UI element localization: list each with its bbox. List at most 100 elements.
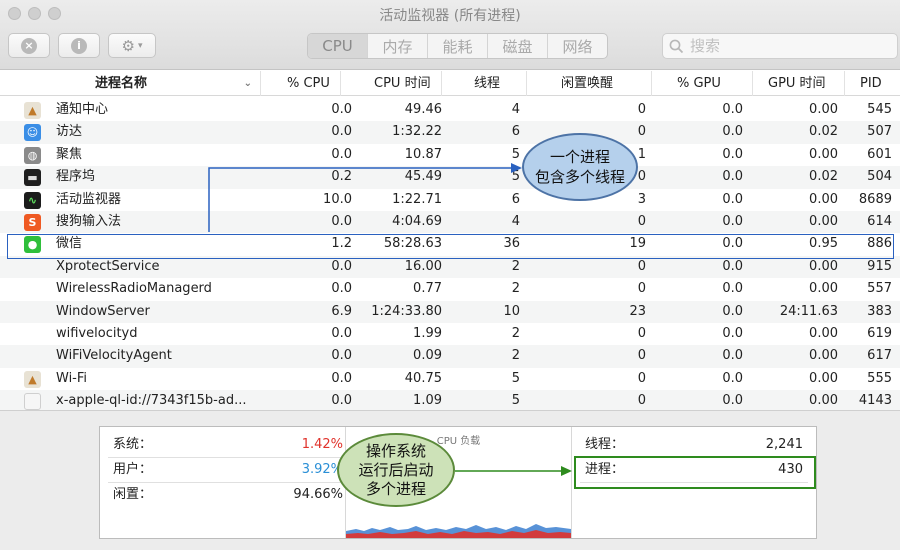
annotation-text-line: 一个进程 xyxy=(549,148,610,166)
cell-cpu: 0.0 xyxy=(331,213,352,229)
table-row[interactable]: ◍ 聚焦 0.0 10.87 5 1 0.0 0.00 601 xyxy=(0,144,900,166)
document-icon xyxy=(24,393,41,411)
cell-process-name: WirelessRadioManagerd xyxy=(56,281,212,297)
table-row[interactable]: WiFiVelocityAgent 0.0 0.09 2 0 0.0 0.00 617 xyxy=(0,345,900,368)
cell-threads: 2 xyxy=(511,281,520,297)
annotation-text-line: 包含多个线程 xyxy=(534,168,625,186)
window-titlebar: 活动监视器 (所有进程) × i ⚙ ▾ CPU 内存 能耗 磁盘 网络 xyxy=(0,0,900,70)
table-row[interactable]: ∿ 活动监视器 10.0 1:22.71 6 3 0.0 0.00 8689 xyxy=(0,189,900,211)
tab-network[interactable]: 网络 xyxy=(548,34,607,58)
process-table-header: 进程名称 ⌄ % CPU CPU 时间 线程 闲置唤醒 % GPU GPU 时间 … xyxy=(0,71,900,96)
table-row[interactable]: ☺ 访达 0.0 1:32.22 6 0 0.0 0.02 507 xyxy=(0,121,900,144)
tab-disk[interactable]: 磁盘 xyxy=(488,34,548,58)
cell-process-name: 活动监视器 xyxy=(56,191,122,207)
cell-threads: 2 xyxy=(511,348,520,364)
cell-pid: 545 xyxy=(867,102,892,117)
table-row[interactable]: wifivelocityd 0.0 1.99 2 0 0.0 0.00 619 xyxy=(0,323,900,345)
search-icon xyxy=(669,39,684,53)
table-row[interactable]: WindowServer 6.9 1:24:33.80 10 23 0.0 24:11.63… xyxy=(0,300,900,323)
table-row[interactable]: ▲ Wi-Fi 0.0 40.75 5 0 0.0 0.00 555 xyxy=(0,368,900,390)
tab-memory[interactable]: 内存 xyxy=(368,34,428,58)
cell-gpu: 0.0 xyxy=(722,348,743,364)
search-field[interactable] xyxy=(662,33,898,59)
cell-idle-wakeups: 0 xyxy=(637,370,646,386)
stop-process-button[interactable]: × xyxy=(8,33,50,58)
cell-gpu-time: 0.00 xyxy=(809,281,838,297)
close-circle-icon: × xyxy=(21,37,37,54)
cell-threads: 5 xyxy=(511,169,520,185)
table-row[interactable]: WirelessRadioManagerd 0.0 0.77 2 0 0.0 0.00 557 xyxy=(0,278,900,300)
cell-idle-wakeups: 23 xyxy=(629,303,646,319)
finder-icon: ☺ xyxy=(24,124,41,142)
cell-process-name: 搜狗输入法 xyxy=(56,213,122,229)
column-header-threads[interactable]: 线程 xyxy=(441,71,526,96)
cell-threads: 10 xyxy=(503,303,520,319)
stat-idle: 闲置： 94.66% xyxy=(113,482,343,507)
cell-gpu: 0.0 xyxy=(722,124,743,140)
cell-pid: 504 xyxy=(867,169,892,185)
cell-process-name: Wi-Fi xyxy=(56,370,88,386)
tab-energy[interactable]: 能耗 xyxy=(428,34,488,58)
table-row[interactable]: XprotectService 0.0 16.00 2 0 0.0 0.00 915 xyxy=(0,255,900,279)
cell-pid: 601 xyxy=(867,146,892,162)
cell-idle-wakeups: 0 xyxy=(637,102,646,117)
annotation-text-line: 操作系统 xyxy=(365,441,426,460)
annotation-text-line: 运行后启动 xyxy=(358,460,434,479)
cell-threads: 6 xyxy=(511,191,520,207)
cell-gpu-time: 0.02 xyxy=(809,169,838,185)
column-header-cpu-time[interactable]: CPU 时间 xyxy=(340,71,441,96)
cell-idle-wakeups: 0 xyxy=(637,348,646,364)
cell-pid: 555 xyxy=(867,370,892,386)
stat-threads-label: 线程： xyxy=(585,437,625,452)
cell-cpu-time: 1:32.22 xyxy=(392,124,442,140)
inspect-process-button[interactable]: i xyxy=(58,33,100,58)
column-header-cpu[interactable]: % CPU xyxy=(260,71,340,96)
cell-process-name: 通知中心 xyxy=(56,102,109,117)
cell-threads: 5 xyxy=(511,370,520,386)
table-row[interactable]: S 搜狗输入法 0.0 4:04.69 4 0 0.0 0.00 614 xyxy=(0,210,900,234)
cell-cpu: 0.0 xyxy=(331,146,352,162)
column-header-gpu[interactable]: % GPU xyxy=(651,71,752,96)
column-header-process-name[interactable]: 进程名称 ⌄ xyxy=(95,71,260,96)
stat-threads: 线程： 2,241 xyxy=(585,432,803,457)
cell-pid: 915 xyxy=(867,258,892,274)
cell-gpu-time: 0.00 xyxy=(809,348,838,364)
cell-gpu: 0.0 xyxy=(722,213,743,229)
annotation-text-line: 多个进程 xyxy=(365,479,426,498)
cell-cpu-time: 1:24:33.80 xyxy=(371,303,442,319)
cell-gpu-time: 0.00 xyxy=(809,213,838,229)
cell-threads: 2 xyxy=(511,325,520,341)
cell-cpu-time: 16.00 xyxy=(404,258,442,274)
cell-gpu: 0.0 xyxy=(722,191,743,207)
gear-icon: ⚙ xyxy=(121,36,135,55)
search-input[interactable] xyxy=(690,37,880,55)
cell-process-name: WindowServer xyxy=(56,303,150,319)
column-header-idle-wakeups[interactable]: 闲置唤醒 xyxy=(526,71,651,96)
cell-pid: 617 xyxy=(867,348,892,364)
cell-cpu-time: 1:22.71 xyxy=(392,191,442,207)
cell-cpu: 0.0 xyxy=(331,281,352,297)
wifi-app-icon: ▲ xyxy=(24,370,41,388)
cell-cpu: 0.0 xyxy=(331,258,352,274)
table-row[interactable]: ▲ 通知中心 0.0 49.46 4 0 0.0 0.00 545 xyxy=(0,99,900,121)
cell-gpu: 0.0 xyxy=(722,303,743,319)
stat-user-label: 用户： xyxy=(113,462,153,477)
window-title: 活动监视器 (所有进程) xyxy=(379,8,521,24)
cell-process-name: 访达 xyxy=(56,124,83,140)
cell-threads: 2 xyxy=(511,258,520,274)
action-menu-button[interactable]: ⚙ ▾ xyxy=(108,33,156,58)
column-header-gpu-time[interactable]: GPU 时间 xyxy=(752,71,844,96)
column-header-pid[interactable]: PID xyxy=(844,71,900,96)
info-icon: i xyxy=(71,37,87,54)
cell-cpu: 6.9 xyxy=(331,303,352,319)
cell-process-name: wifivelocityd xyxy=(56,325,138,341)
dock-icon: ▬ xyxy=(24,169,41,187)
cell-pid: 557 xyxy=(867,281,892,297)
cell-cpu: 0.0 xyxy=(331,325,352,341)
cell-cpu: 0.0 xyxy=(331,124,352,140)
cell-cpu: 0.0 xyxy=(331,370,352,386)
table-row[interactable]: ▬ 程序坞 0.2 45.49 5 0 0.0 0.02 504 xyxy=(0,166,900,189)
cell-gpu-time: 0.00 xyxy=(809,370,838,386)
cell-gpu: 0.0 xyxy=(722,258,743,274)
tab-cpu[interactable]: CPU xyxy=(308,34,368,58)
